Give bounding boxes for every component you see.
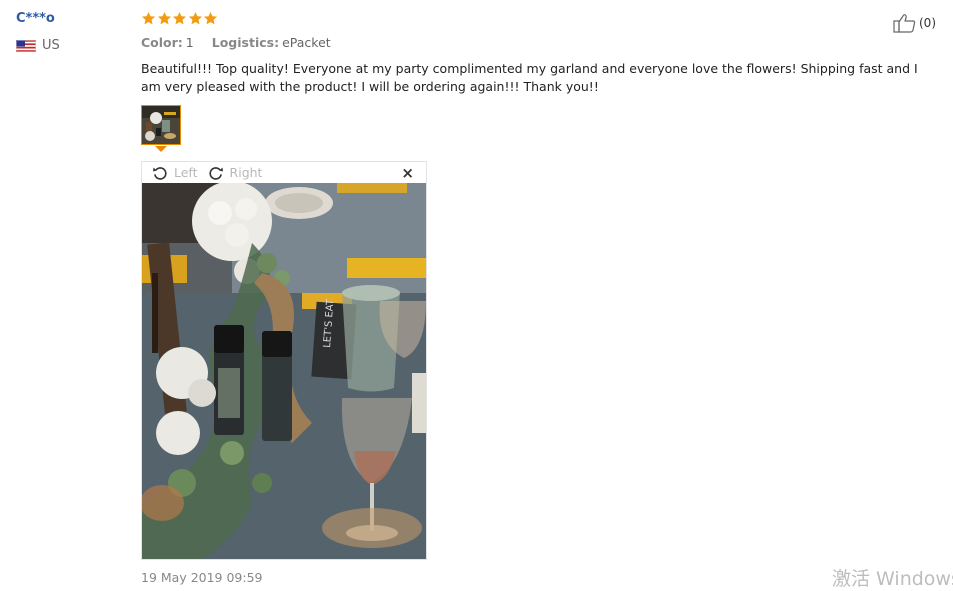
close-viewer-button[interactable]: ×: [401, 164, 414, 182]
attr-logistics-value: ePacket: [282, 35, 331, 50]
attr-color-key: Color:: [141, 35, 183, 50]
order-attributes: Color: 1 Logistics: ePacket: [141, 35, 331, 50]
review-photo: LET'S EAT: [142, 183, 426, 559]
star-icon: [203, 11, 218, 25]
star-icon: [172, 11, 187, 25]
reviewer-name: C***o: [16, 11, 55, 26]
country-code: US: [42, 38, 60, 53]
rotate-left-button[interactable]: Left: [152, 165, 198, 181]
star-rating: [141, 11, 219, 26]
helpful-button[interactable]: (0): [893, 13, 936, 33]
review-date: 19 May 2019 09:59: [141, 570, 263, 585]
star-icon: [157, 11, 171, 25]
reviewer-country: US: [16, 38, 60, 53]
image-viewer: Left Right × LET'S EAT: [141, 161, 427, 560]
rotate-left-icon: [153, 166, 167, 180]
viewer-toolbar: Left Right ×: [142, 162, 426, 183]
review-text: Beautiful!!! Top quality! Everyone at my…: [141, 61, 918, 94]
rotate-right-icon: [208, 166, 223, 180]
helpful-count: (0): [919, 16, 936, 30]
photo-thumbnail[interactable]: [141, 105, 181, 145]
thumbnail-pointer: [155, 146, 167, 152]
rotate-right-button[interactable]: Right: [208, 165, 263, 181]
star-icon: [141, 11, 156, 25]
thumbs-up-icon: [893, 14, 916, 33]
rotate-right-label: Right: [229, 165, 263, 180]
star-icon: [188, 11, 202, 25]
rotate-left-label: Left: [174, 165, 198, 180]
attr-color-value: 1: [185, 35, 194, 50]
attr-logistics-key: Logistics:: [211, 35, 280, 50]
us-flag-icon: [16, 39, 36, 52]
thumbnail-image: [142, 106, 180, 144]
